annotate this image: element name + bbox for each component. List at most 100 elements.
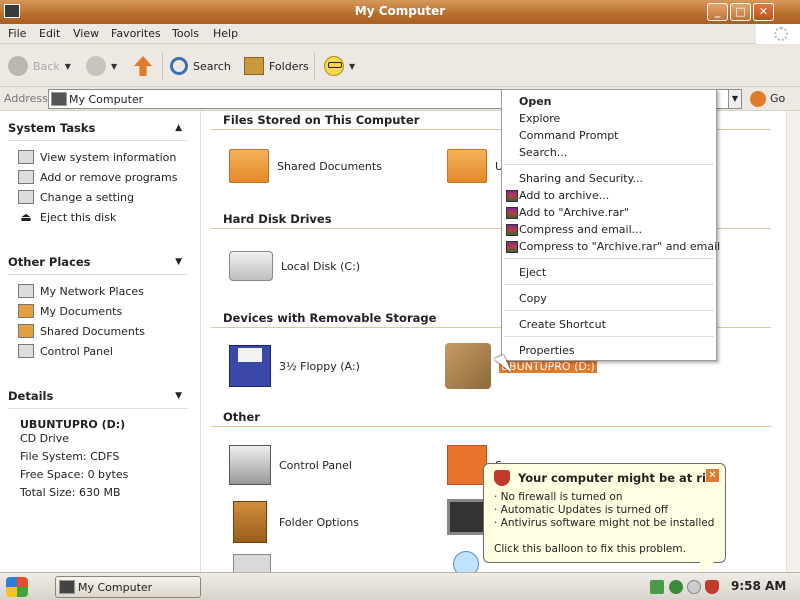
- winrar-icon: [506, 207, 518, 219]
- menu-eject[interactable]: Eject: [519, 266, 546, 279]
- folders-label: Folders: [269, 59, 309, 73]
- winrar-icon: [506, 241, 518, 253]
- system-tasks-header[interactable]: System Tasks ▲: [8, 121, 188, 141]
- menu-create-shortcut[interactable]: Create Shortcut: [519, 318, 606, 331]
- up-button[interactable]: [134, 53, 152, 79]
- folder-icon: [18, 324, 34, 338]
- menu-command-prompt[interactable]: Command Prompt: [519, 129, 619, 142]
- item-user-documents[interactable]: U: [447, 149, 503, 183]
- item-shared-documents[interactable]: Shared Documents: [229, 149, 382, 183]
- task-label: Add or remove programs: [40, 170, 178, 184]
- place-label: Control Panel: [40, 344, 113, 358]
- update-tray-icon[interactable]: [669, 580, 683, 594]
- go-button[interactable]: Go: [770, 92, 785, 105]
- address-label: Address: [4, 92, 48, 105]
- programs-icon: [18, 170, 34, 184]
- volume-tray-icon[interactable]: [687, 580, 701, 594]
- folder-icon: [447, 149, 487, 183]
- place-control-panel[interactable]: Control Panel: [18, 343, 113, 359]
- menu-compress-rar-email[interactable]: Compress to "Archive.rar" and email: [519, 240, 720, 253]
- menu-help[interactable]: Help: [213, 27, 238, 40]
- menu-edit[interactable]: Edit: [39, 27, 60, 40]
- menu-tools[interactable]: Tools: [172, 27, 199, 40]
- collapse-chevron-icon[interactable]: ▼: [175, 257, 182, 267]
- chevron-down-icon: ▼: [64, 61, 71, 71]
- place-network[interactable]: My Network Places: [18, 283, 144, 299]
- item-floppy[interactable]: 3½ Floppy (A:): [229, 345, 360, 387]
- item-folder-options[interactable]: Folder Options: [233, 501, 359, 543]
- cd-drive-icon: [445, 343, 491, 389]
- recycle-icon: [447, 445, 487, 485]
- system-info-icon: [18, 150, 34, 164]
- address-dropdown[interactable]: ▼: [728, 89, 742, 109]
- control-panel-icon: [229, 445, 271, 485]
- collapse-chevron-icon[interactable]: ▲: [175, 123, 182, 133]
- other-places-title: Other Places: [8, 255, 91, 269]
- menu-properties[interactable]: Properties: [519, 344, 575, 357]
- window-title: My Computer: [354, 4, 446, 18]
- menu-add-to-archive[interactable]: Add to archive...: [519, 189, 609, 202]
- place-label: Shared Documents: [40, 324, 145, 338]
- chevron-down-icon: ▼: [349, 61, 356, 71]
- details-free-space: Free Space: 0 bytes: [20, 468, 129, 481]
- item-label: Control Panel: [279, 458, 352, 472]
- menu-separator: [504, 258, 714, 259]
- menu-open[interactable]: Open: [519, 95, 552, 108]
- minimize-button[interactable]: _: [707, 3, 728, 21]
- place-label: My Documents: [40, 304, 123, 318]
- item-local-disk[interactable]: Local Disk (C:): [229, 251, 360, 281]
- place-shared-documents[interactable]: Shared Documents: [18, 323, 145, 339]
- menu-file[interactable]: File: [8, 27, 26, 40]
- eject-icon: ⏏: [18, 210, 34, 224]
- menu-sharing-security[interactable]: Sharing and Security...: [519, 172, 643, 185]
- computer-icon: [51, 92, 67, 106]
- other-places-header[interactable]: Other Places ▼: [8, 255, 188, 275]
- balloon-line-updates: · Automatic Updates is turned off: [494, 504, 669, 516]
- details-title: Details: [8, 389, 54, 403]
- menu-view[interactable]: View: [73, 27, 99, 40]
- computer-icon: [59, 580, 75, 594]
- task-change-setting[interactable]: Change a setting: [18, 189, 134, 205]
- taskbar-clock[interactable]: 9:58 AM: [731, 579, 786, 593]
- maximize-button[interactable]: □: [730, 3, 751, 21]
- task-eject-disk[interactable]: ⏏ Eject this disk: [18, 209, 116, 225]
- place-my-documents[interactable]: My Documents: [18, 303, 122, 319]
- close-button[interactable]: ✕: [753, 3, 774, 21]
- menu-copy[interactable]: Copy: [519, 292, 547, 305]
- monitor-icon: [447, 499, 487, 535]
- folders-button[interactable]: Folders: [244, 53, 309, 79]
- go-arrow-icon[interactable]: [750, 91, 766, 107]
- start-button[interactable]: [6, 577, 28, 597]
- back-button[interactable]: Back ▼: [8, 53, 71, 79]
- security-shield-icon[interactable]: [705, 580, 719, 594]
- collapse-chevron-icon[interactable]: ▼: [175, 391, 182, 401]
- item-control-panel[interactable]: Control Panel: [229, 445, 352, 485]
- details-header[interactable]: Details ▼: [8, 389, 188, 409]
- menu-favorites[interactable]: Favorites: [111, 27, 161, 40]
- details-filesystem: File System: CDFS: [20, 450, 120, 463]
- folder-icon: [229, 149, 269, 183]
- task-add-remove-programs[interactable]: Add or remove programs: [18, 169, 178, 185]
- network-tray-icon[interactable]: [650, 580, 664, 594]
- taskbar-window-button[interactable]: My Computer: [55, 576, 201, 598]
- views-button[interactable]: ▼: [324, 53, 355, 79]
- menu-explore[interactable]: Explore: [519, 112, 560, 125]
- menu-compress-email[interactable]: Compress and email...: [519, 223, 642, 236]
- forward-button[interactable]: ▼: [86, 53, 117, 79]
- group-files-stored: Files Stored on This Computer: [223, 113, 420, 127]
- security-balloon[interactable]: Your computer might be at risk ✕ · No fi…: [483, 463, 726, 563]
- menu-search[interactable]: Search...: [519, 146, 567, 159]
- item-network-computer[interactable]: [447, 499, 487, 535]
- chevron-down-icon: ▼: [111, 61, 118, 71]
- toolbar-divider: [162, 53, 163, 79]
- menu-separator: [504, 310, 714, 311]
- balloon-close-button[interactable]: ✕: [705, 468, 720, 483]
- group-hard-disk-drives: Hard Disk Drives: [223, 212, 332, 226]
- menu-add-to-archive-rar[interactable]: Add to "Archive.rar": [519, 206, 629, 219]
- search-button[interactable]: Search: [170, 53, 231, 79]
- balloon-line-firewall: · No firewall is turned on: [494, 491, 623, 503]
- search-icon: [170, 57, 188, 75]
- vertical-scrollbar[interactable]: [786, 111, 800, 572]
- task-view-system-info[interactable]: View system information: [18, 149, 176, 165]
- up-arrow-icon: [134, 56, 152, 76]
